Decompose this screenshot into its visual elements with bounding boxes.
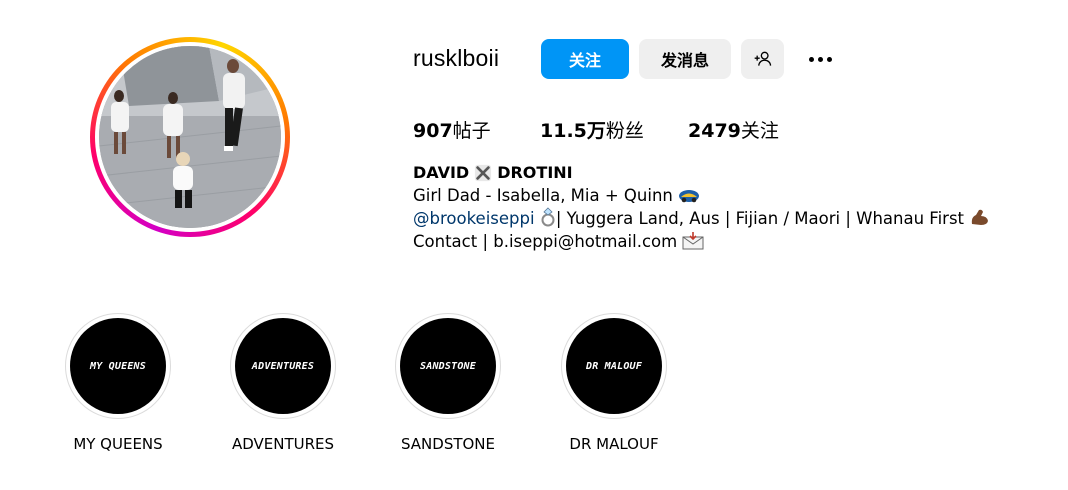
profile-bio: DAVID DROTINI Girl Dad - Isabella, Mia +… [413,162,991,253]
envelope-icon [682,231,704,249]
highlight-adventures[interactable]: ADVENTURES ADVENTURES [230,313,336,453]
message-button[interactable]: 发消息 [639,39,731,79]
name-last: DROTINI [497,163,573,182]
suggested-accounts-button[interactable] [741,39,784,79]
highlight-my-queens[interactable]: MY QUEENS MY QUEENS [65,313,171,453]
following-stat[interactable]: 2479关注 [688,116,779,143]
follow-button[interactable]: 关注 [541,39,629,79]
avatar-photo [99,46,281,228]
following-label: 关注 [740,120,779,142]
highlight-dr-malouf[interactable]: DR MALOUF DR MALOUF [561,313,667,453]
profile-username: rusklboii [413,45,500,71]
highlight-cover: DR MALOUF [566,318,662,414]
flexed-arm-icon [972,209,989,225]
highlight-label: MY QUEENS [73,435,163,453]
highlight-sandstone[interactable]: SANDSTONE SANDSTONE [395,313,501,453]
profile-page: rusklboii 关注 发消息 907帖子 11.5万粉丝 2479关注 DA… [0,0,1068,490]
posts-count: 907 [413,120,453,142]
avatar-image [99,46,281,228]
mention-link[interactable]: @brookeiseppi [413,209,535,228]
ring-icon [541,207,555,227]
highlight-label: ADVENTURES [231,435,335,453]
name-first: DAVID [413,163,470,182]
bio-line-3: Contact | b.iseppi@hotmail.com [413,231,991,254]
car-emoji-icon [679,189,700,202]
crossed-swords-icon [475,165,492,182]
add-person-icon [754,51,771,66]
followers-count: 11.5万 [540,120,606,142]
posts-stat: 907帖子 [413,116,491,143]
profile-avatar[interactable] [90,37,290,237]
highlight-cover: SANDSTONE [400,318,496,414]
highlight-label: SANDSTONE [400,435,496,453]
highlight-cover: ADVENTURES [235,318,331,414]
bio-line-2: @brookeiseppi | Yuggera Land, Aus | Fiji… [413,207,991,231]
following-count: 2479 [688,120,741,142]
followers-label: 粉丝 [605,120,644,142]
highlight-cover: MY QUEENS [70,318,166,414]
posts-label: 帖子 [452,120,491,142]
bio-line-1: Girl Dad - Isabella, Mia + Quinn [413,185,991,208]
followers-stat[interactable]: 11.5万粉丝 [540,116,644,143]
more-options-icon[interactable] [804,45,836,73]
profile-full-name: DAVID DROTINI [413,162,991,185]
highlight-label: DR MALOUF [569,435,659,453]
